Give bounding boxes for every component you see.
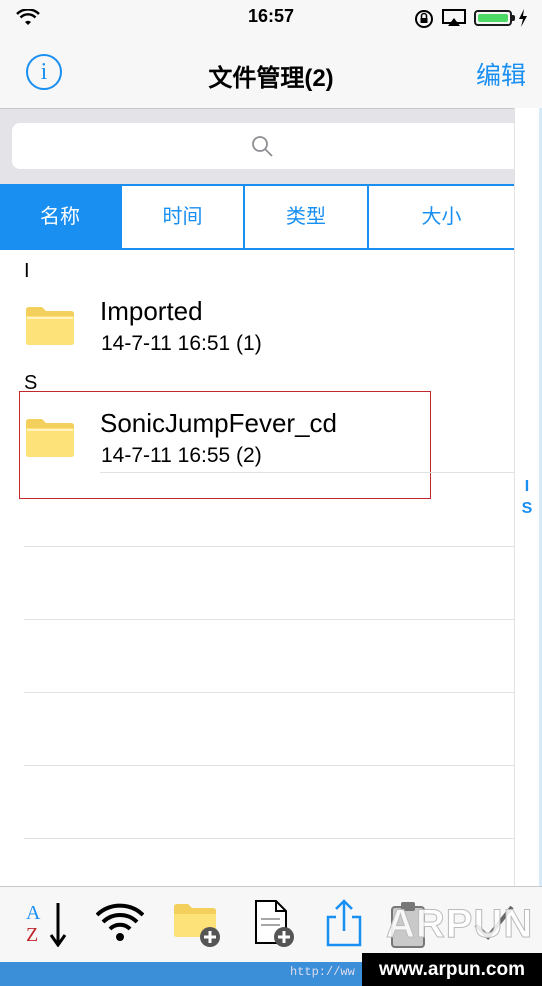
- sort-z-label: Z: [26, 924, 38, 946]
- segment-size[interactable]: 大小: [369, 186, 514, 248]
- item-name: Imported: [100, 296, 203, 326]
- row-separator: [24, 765, 514, 766]
- right-edge-strip: [514, 108, 542, 886]
- row-separator: [24, 619, 514, 620]
- item-meta: 14-7-11 16:51 (1): [101, 332, 262, 355]
- edit-button[interactable]: 编辑: [476, 56, 526, 92]
- row-separator: [24, 692, 514, 693]
- segment-type[interactable]: 类型: [245, 186, 369, 248]
- row-separator: [24, 838, 514, 839]
- watermark-site: www.arpun.com: [362, 953, 542, 986]
- app-screen: 16:57 i 文件管理(2) 编辑 名称 时间 类型 大小 I S I Imp…: [0, 0, 542, 986]
- navigation-bar: i 文件管理(2) 编辑: [0, 36, 542, 109]
- watermark-logo: ARPUN: [385, 902, 534, 947]
- battery-icon: [474, 10, 512, 26]
- segment-time[interactable]: 时间: [122, 186, 245, 248]
- highlight-box: [19, 391, 431, 499]
- search-icon: [252, 136, 273, 157]
- new-folder-icon[interactable]: [172, 899, 224, 949]
- share-icon[interactable]: [324, 899, 364, 949]
- row-separator: [24, 546, 514, 547]
- status-bar: 16:57: [0, 0, 542, 36]
- status-url-text: http://ww: [290, 965, 355, 979]
- rotation-lock-icon: [415, 10, 433, 28]
- charging-bolt-icon: [519, 9, 527, 27]
- sort-segmented-control: 名称 时间 类型 大小: [0, 184, 514, 250]
- list-item-imported[interactable]: Imported 14-7-11 16:51 (1): [0, 290, 514, 370]
- row-separator: [100, 472, 514, 473]
- sort-az-icon[interactable]: A Z: [24, 899, 70, 947]
- folder-icon: [26, 307, 74, 345]
- sort-a-label: A: [26, 902, 41, 924]
- wifi-transfer-icon[interactable]: [96, 899, 144, 947]
- new-file-icon[interactable]: [252, 899, 298, 949]
- section-header-i: I: [24, 260, 30, 282]
- page-title: 文件管理(2): [208, 65, 334, 92]
- segment-name[interactable]: 名称: [0, 186, 122, 248]
- battery-tip: [512, 15, 515, 21]
- index-letter-s[interactable]: S: [518, 500, 536, 518]
- index-letter-i[interactable]: I: [518, 478, 536, 496]
- airplay-icon: [442, 9, 466, 26]
